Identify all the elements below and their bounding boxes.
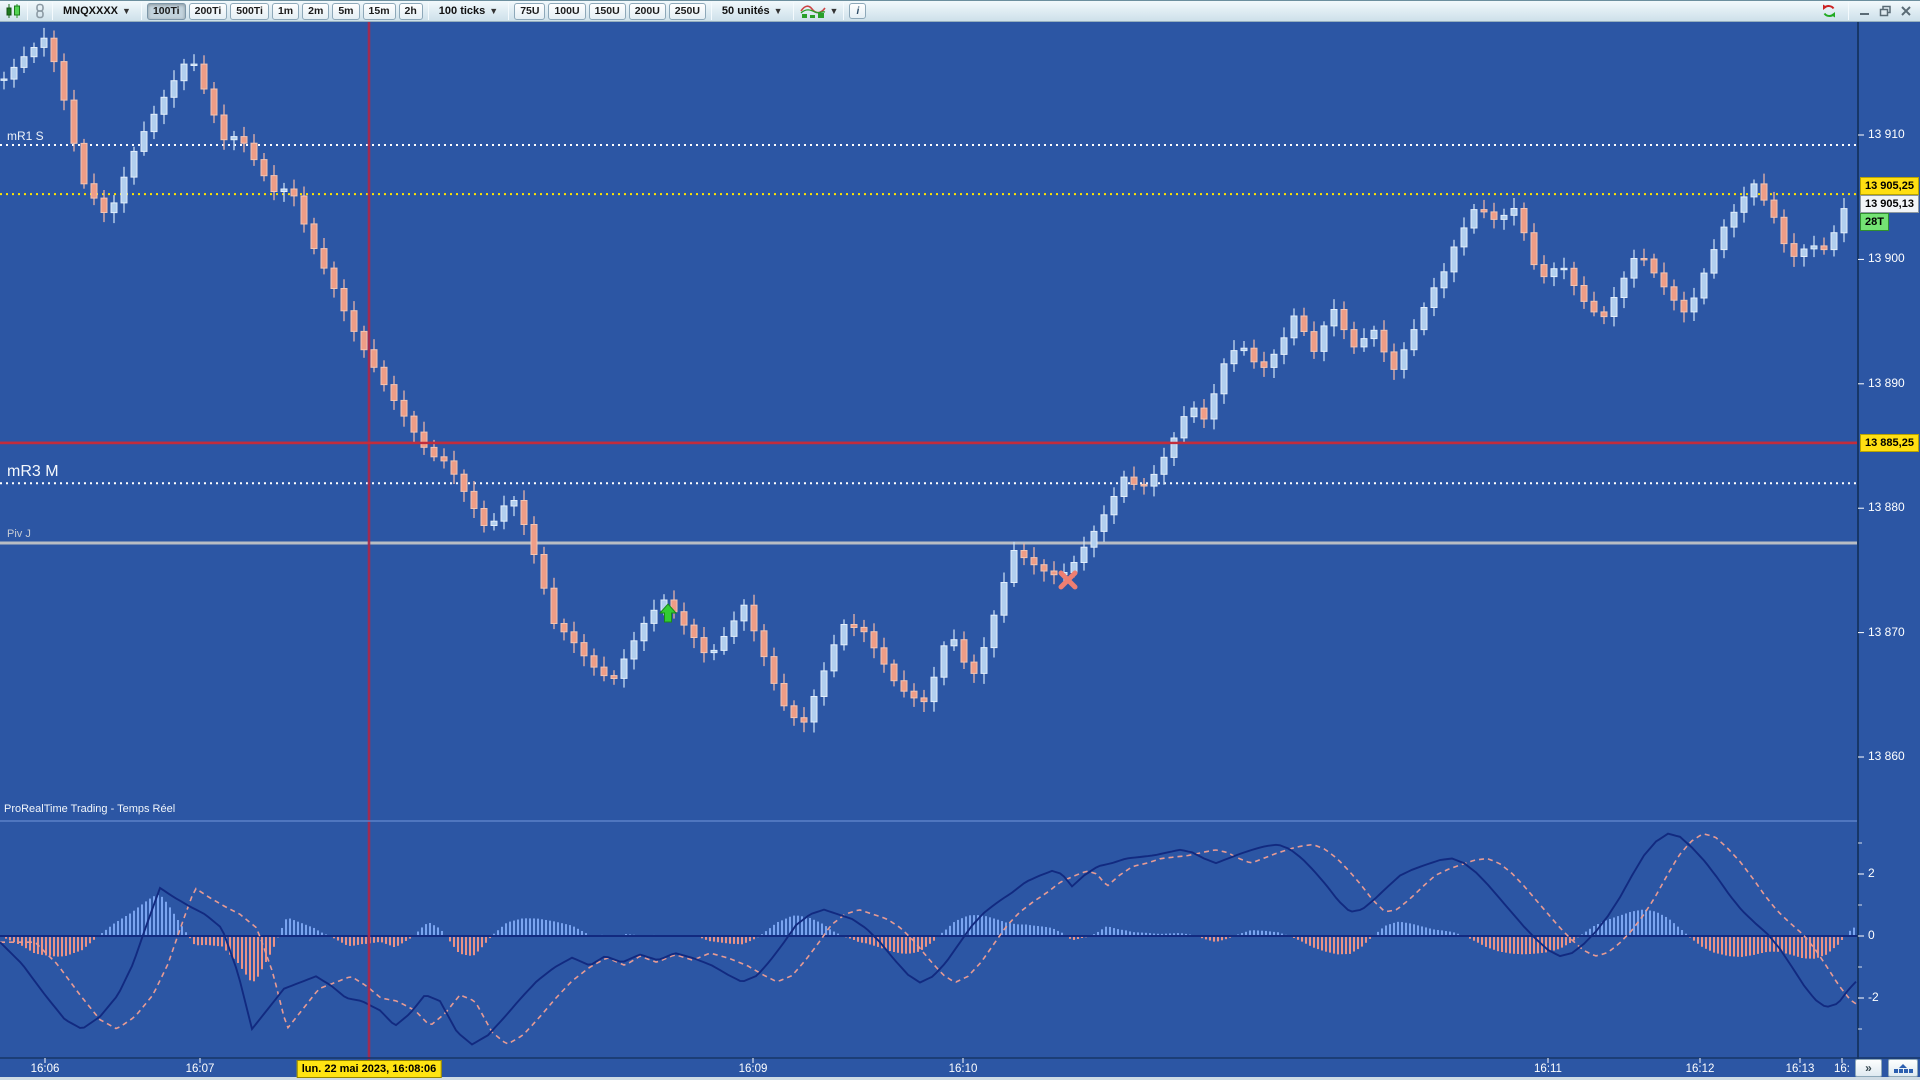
- time-axis-tick: 16:09: [739, 1063, 768, 1075]
- toolbar-separator: [843, 2, 844, 20]
- close-button[interactable]: [1900, 2, 1912, 20]
- indicator-axis-tick: -2: [1868, 990, 1879, 1004]
- timeframe-button-2m[interactable]: 2m: [302, 3, 329, 20]
- chart-canvas[interactable]: [0, 0, 1920, 1080]
- price-axis-tick: 13 900: [1868, 251, 1905, 265]
- chevron-down-icon: ▼: [774, 7, 783, 16]
- chart-style-icon[interactable]: [799, 2, 827, 20]
- indicator-axis-tick: 0: [1868, 928, 1875, 942]
- timeframe-button-500Ti[interactable]: 500Ti: [230, 3, 269, 20]
- level-label-piv-j: Piv J: [7, 528, 31, 540]
- price-axis-tick: 13 890: [1868, 376, 1905, 390]
- instrument-dropdown[interactable]: MNQXXXX ▼: [58, 2, 136, 20]
- ticks-dropdown[interactable]: 100 ticks ▼: [434, 2, 503, 20]
- toolbar: MNQXXXX ▼ 100Ti200Ti500Ti1m2m5m15m2h 100…: [0, 0, 1920, 22]
- level-label-mr3-m: mR3 M: [7, 463, 59, 481]
- toolbar-separator: [27, 2, 28, 20]
- instrument-label: MNQXXXX: [63, 5, 118, 17]
- chevron-down-icon: ▼: [122, 7, 131, 16]
- watermark: ProRealTime Trading - Temps Réel: [4, 803, 175, 815]
- tick-count-badge: 28T: [1860, 213, 1889, 231]
- units-dropdown[interactable]: 50 unités ▼: [717, 2, 788, 20]
- time-axis-tick: 16:11: [1534, 1063, 1562, 1075]
- crosshair-price-badge: 13 885,25: [1860, 434, 1919, 452]
- indicator-axis-tick: 2: [1868, 866, 1875, 880]
- price-axis-tick: 13 870: [1868, 625, 1905, 639]
- timeframe-button-2h[interactable]: 2h: [399, 3, 423, 20]
- chart-style-dropdown[interactable]: ▼: [830, 2, 839, 20]
- level-label-mr1-s: mR1 S: [7, 129, 44, 143]
- toolbar-separator: [793, 2, 794, 20]
- timeframe-button-200Ti[interactable]: 200Ti: [189, 3, 228, 20]
- timeframe-button-100Ti[interactable]: 100Ti: [147, 3, 186, 20]
- timeframe-button-group: 100Ti200Ti500Ti1m2m5m15m2h: [147, 3, 423, 20]
- last-price-badge: 13 905,13: [1860, 195, 1919, 213]
- toolbar-separator: [1848, 2, 1849, 20]
- crosshair-date-badge: lun. 22 mai 2023, 16:08:06: [297, 1060, 442, 1078]
- price-axis-tick: 13 860: [1868, 749, 1905, 763]
- timeframe-button-15m[interactable]: 15m: [363, 3, 396, 20]
- toolbar-separator: [508, 2, 509, 20]
- expand-up-icon: [1899, 1064, 1907, 1068]
- toolbar-separator: [711, 2, 712, 20]
- toolbar-separator: [428, 2, 429, 20]
- panel-expander-widget[interactable]: [1888, 1059, 1918, 1077]
- candlestick-style-icon[interactable]: [4, 2, 22, 20]
- scroll-right-button[interactable]: »: [1855, 1059, 1882, 1077]
- refresh-icon[interactable]: [1820, 2, 1838, 20]
- time-axis-tick: 16:10: [949, 1063, 978, 1075]
- restore-button[interactable]: [1879, 2, 1892, 20]
- price-level-badge: 13 905,25: [1860, 177, 1919, 195]
- time-axis-tick: 16:: [1834, 1063, 1850, 1075]
- toolbar-separator: [141, 2, 142, 20]
- unit-button-75U[interactable]: 75U: [514, 3, 545, 20]
- unit-button-group: 75U100U150U200U250U: [514, 3, 706, 20]
- dots-icon: [1894, 1069, 1913, 1073]
- time-axis-tick: 16:07: [186, 1063, 215, 1075]
- timeframe-button-1m[interactable]: 1m: [272, 3, 299, 20]
- ticks-dropdown-label: 100 ticks: [439, 5, 485, 17]
- time-axis-tick: 16:13: [1786, 1063, 1815, 1075]
- time-axis-tick: 16:06: [31, 1063, 60, 1075]
- window-controls: [1820, 2, 1916, 20]
- unit-button-250U[interactable]: 250U: [669, 3, 706, 20]
- unit-button-200U[interactable]: 200U: [629, 3, 666, 20]
- link-icon[interactable]: [33, 2, 47, 20]
- unit-button-150U[interactable]: 150U: [589, 3, 626, 20]
- time-axis-tick: 16:12: [1686, 1063, 1715, 1075]
- toolbar-separator: [52, 2, 53, 20]
- price-axis-tick: 13 910: [1868, 127, 1905, 141]
- chevron-down-icon: ▼: [830, 7, 839, 16]
- minimize-button[interactable]: [1859, 2, 1871, 20]
- chevron-down-icon: ▼: [489, 7, 498, 16]
- timeframe-button-5m[interactable]: 5m: [332, 3, 359, 20]
- units-dropdown-label: 50 unités: [722, 5, 770, 17]
- info-button[interactable]: i: [849, 3, 866, 19]
- price-axis-tick: 13 880: [1868, 500, 1905, 514]
- unit-button-100U[interactable]: 100U: [548, 3, 585, 20]
- app-window: MNQXXXX ▼ 100Ti200Ti500Ti1m2m5m15m2h 100…: [0, 0, 1920, 1080]
